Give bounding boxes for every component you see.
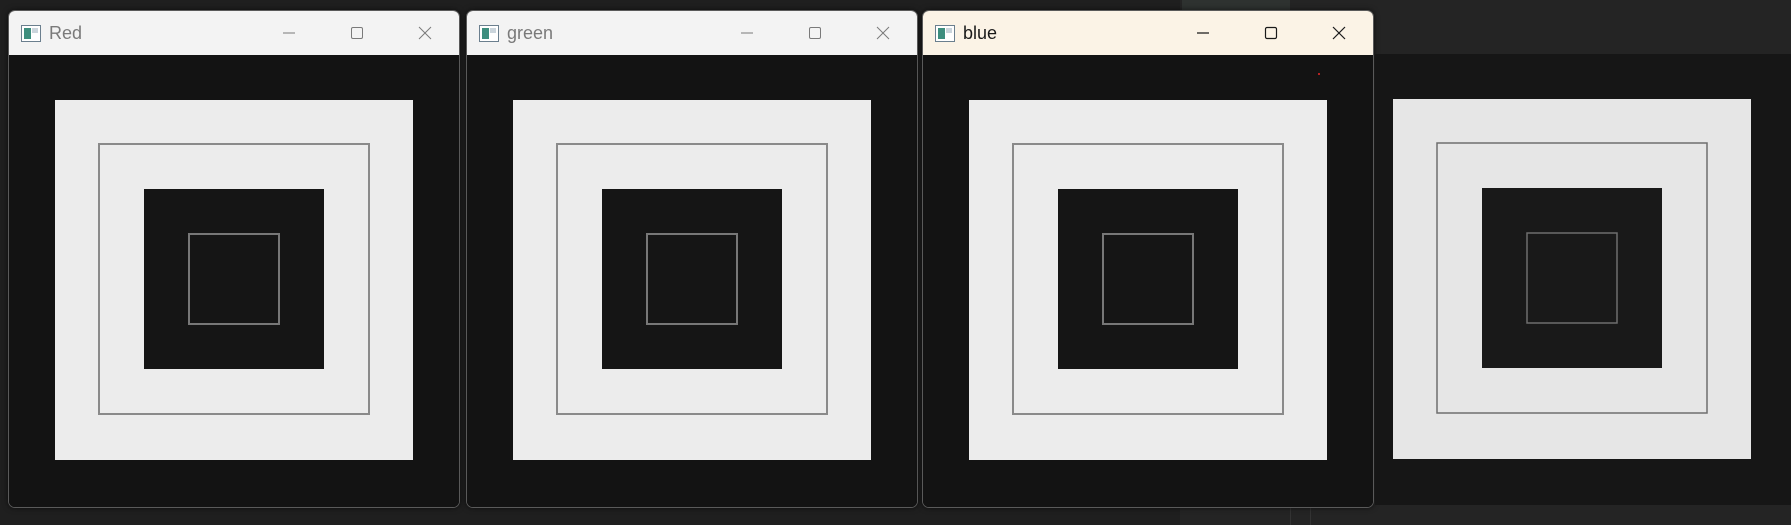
opencv-window-icon — [479, 24, 499, 42]
opencv-window-icon — [21, 24, 41, 42]
close-button[interactable] — [849, 11, 917, 55]
maximize-button[interactable] — [323, 11, 391, 55]
close-icon — [418, 26, 432, 40]
window-green[interactable]: green — [466, 10, 918, 508]
window-titlebar[interactable]: green — [467, 11, 917, 55]
window-title: blue — [963, 23, 998, 43]
minimize-button[interactable] — [1169, 11, 1237, 55]
channel-image — [923, 55, 1373, 507]
maximize-button[interactable] — [1237, 11, 1305, 55]
close-icon — [876, 26, 890, 40]
minimize-icon — [283, 32, 295, 34]
minimize-icon — [741, 32, 753, 34]
opencv-window-icon — [935, 24, 955, 42]
minimize-button[interactable] — [713, 11, 781, 55]
maximize-icon — [809, 27, 821, 39]
channel-image — [467, 55, 917, 507]
window-title: Red — [49, 23, 83, 43]
maximize-button[interactable] — [781, 11, 849, 55]
window-blue[interactable]: blue — [922, 10, 1374, 508]
close-icon — [1332, 26, 1346, 40]
window-titlebar[interactable]: Red — [9, 11, 459, 55]
maximize-icon — [351, 27, 363, 39]
window-title: green — [507, 23, 554, 43]
image-canvas[interactable] — [9, 55, 459, 507]
minimize-icon — [1197, 32, 1209, 34]
window-red[interactable]: Red — [8, 10, 460, 508]
minimize-button[interactable] — [255, 11, 323, 55]
original-image-window[interactable] — [1375, 54, 1791, 505]
image-canvas[interactable] — [467, 55, 917, 507]
close-button[interactable] — [391, 11, 459, 55]
image-canvas[interactable] — [923, 55, 1373, 507]
window-titlebar[interactable]: blue — [923, 11, 1373, 55]
original-image — [1375, 54, 1791, 505]
channel-image — [9, 55, 459, 507]
desktop: Red green blue — [0, 0, 1791, 525]
maximize-icon — [1264, 26, 1278, 40]
close-button[interactable] — [1305, 11, 1373, 55]
